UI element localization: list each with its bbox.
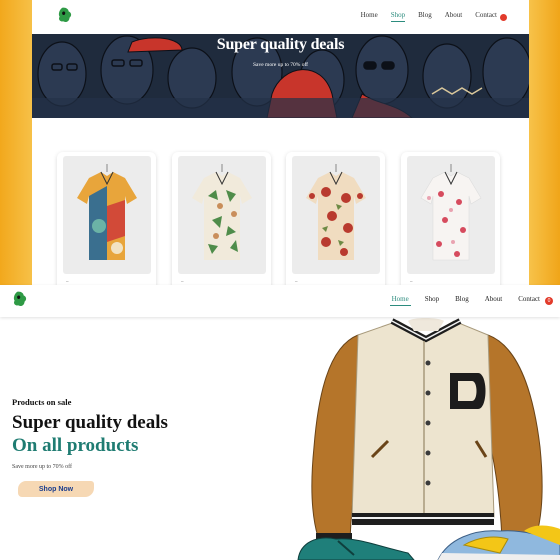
product-card[interactable]: – xyxy=(172,152,271,285)
nav-home[interactable]: Home xyxy=(361,11,378,19)
cart-icon[interactable] xyxy=(500,14,507,21)
product-card[interactable]: – xyxy=(286,152,385,285)
main-nav: Home Shop Blog About Contact xyxy=(389,295,540,306)
nav-about[interactable]: About xyxy=(485,295,503,303)
preview-nav: Home Shop Blog About Contact xyxy=(361,11,507,22)
nav-shop[interactable]: Shop xyxy=(425,295,439,303)
shop-hero-subtitle: Save more up to 70% off xyxy=(252,62,309,68)
top-banner-background: Home Shop Blog About Contact Super quali… xyxy=(0,0,560,285)
hero-subtitle: Save more up to 70% off xyxy=(12,464,73,470)
hero-product-image xyxy=(288,317,560,560)
hero-title-accent: On all products xyxy=(12,435,139,456)
brand-logo-icon[interactable] xyxy=(11,290,29,308)
shop-now-button[interactable]: Shop Now xyxy=(18,481,94,497)
preview-header: Home Shop Blog About Contact xyxy=(32,0,529,34)
hero-title: Super quality deals xyxy=(12,412,168,433)
nav-contact[interactable]: Contact xyxy=(518,295,540,303)
hero-eyebrow: Products on sale xyxy=(12,397,72,407)
nav-contact[interactable]: Contact xyxy=(475,11,497,19)
product-card[interactable]: – xyxy=(57,152,156,285)
shop-hero-title: Super quality deals xyxy=(216,36,345,53)
brand-logo-icon[interactable] xyxy=(56,6,74,24)
product-image-floral-red-shirt[interactable] xyxy=(292,156,380,274)
nav-shop[interactable]: Shop xyxy=(390,11,406,22)
nav-blog[interactable]: Blog xyxy=(418,11,432,19)
product-image-patchwork-shirt[interactable] xyxy=(63,156,151,274)
product-card[interactable]: – xyxy=(401,152,500,285)
site-header: Home Shop Blog About Contact 0 xyxy=(0,285,560,317)
home-page: Home Shop Blog About Contact 0 Products … xyxy=(0,285,560,560)
nav-home[interactable]: Home xyxy=(389,295,411,306)
product-image-palm-print-shirt[interactable] xyxy=(178,156,266,274)
product-grid: – – – – xyxy=(57,152,507,285)
cart-count-badge[interactable]: 0 xyxy=(545,297,553,305)
product-image-white-floral-shirt[interactable] xyxy=(407,156,495,274)
nav-about[interactable]: About xyxy=(445,11,463,19)
shop-hero-banner: Super quality deals Save more up to 70% … xyxy=(32,34,529,118)
nav-blog[interactable]: Blog xyxy=(455,295,469,303)
shop-page-preview: Home Shop Blog About Contact Super quali… xyxy=(32,0,529,285)
